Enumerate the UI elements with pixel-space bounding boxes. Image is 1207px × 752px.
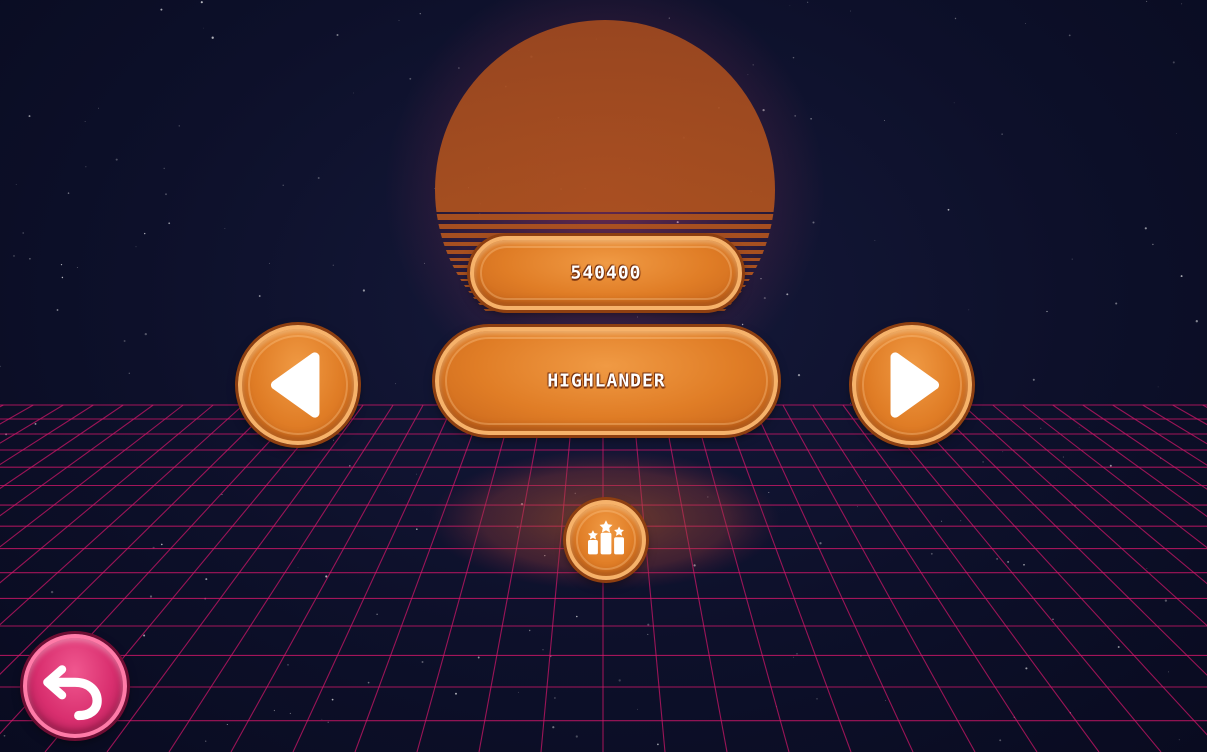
high-score-value: 540400 <box>570 262 642 284</box>
play-left-icon <box>242 329 354 441</box>
podium-stars-icon <box>570 504 642 576</box>
game-scene: 540400 HIGHLANDER <box>0 0 1207 752</box>
previous-track-button[interactable] <box>238 325 358 445</box>
leaderboard-button[interactable] <box>566 500 646 580</box>
high-score-display: 540400 <box>470 236 742 310</box>
undo-arrow-icon <box>27 638 123 734</box>
next-track-button[interactable] <box>852 325 972 445</box>
play-right-icon <box>856 329 968 441</box>
track-name-button[interactable]: HIGHLANDER <box>435 327 778 435</box>
track-name-label: HIGHLANDER <box>547 370 666 392</box>
back-button[interactable] <box>23 634 127 738</box>
